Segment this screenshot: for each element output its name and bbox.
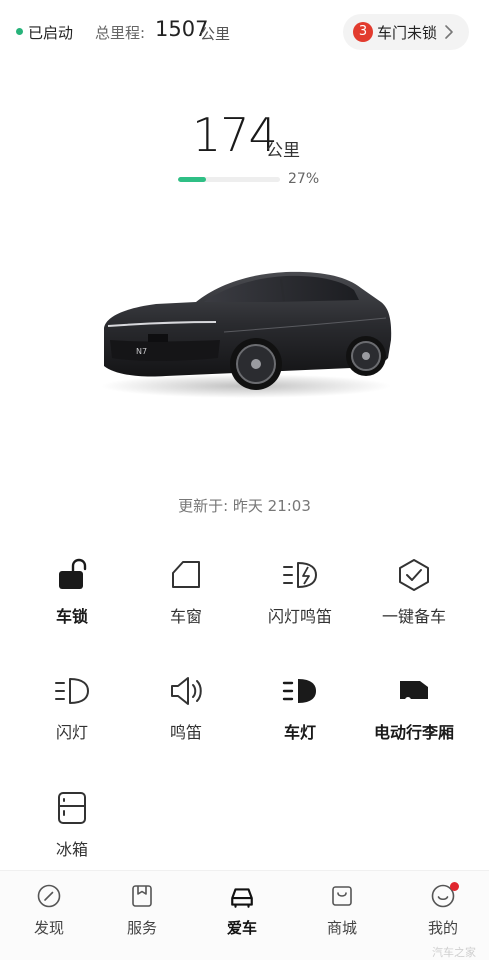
flash-horn-icon bbox=[283, 562, 317, 588]
nav-discover[interactable]: 发现 bbox=[0, 871, 98, 960]
shop-bag-icon bbox=[332, 886, 352, 906]
unlocked-padlock-icon bbox=[59, 558, 87, 589]
headlight-icon bbox=[282, 679, 316, 703]
control-lock[interactable]: 车锁 bbox=[12, 557, 132, 647]
fridge-icon bbox=[58, 792, 86, 824]
door-alert-count-badge: 3 bbox=[353, 22, 373, 42]
vehicle-status-bar: 已启动 总里程: 1507 公里 3 车门未锁 bbox=[0, 0, 489, 62]
service-bookmark-icon bbox=[132, 885, 152, 907]
control-one-click-prep[interactable]: 一键备车 bbox=[354, 557, 474, 647]
last-updated-text: 更新于: 昨天 21:03 bbox=[178, 497, 311, 515]
battery-percent: 27% bbox=[288, 171, 320, 187]
battery-level-bar bbox=[178, 177, 280, 182]
control-flash-horn[interactable]: 闪灯鸣笛 bbox=[240, 557, 360, 647]
compass-icon bbox=[37, 884, 61, 908]
horn-speaker-icon bbox=[171, 677, 202, 705]
control-lights[interactable]: 车灯 bbox=[240, 673, 360, 763]
control-window[interactable]: 车窗 bbox=[126, 557, 246, 647]
nav-shop[interactable]: 商城 bbox=[293, 871, 391, 960]
control-label: 一键备车 bbox=[381, 607, 446, 626]
notification-dot bbox=[450, 882, 459, 891]
vehicle-state: 已启动 bbox=[28, 24, 74, 42]
control-label: 车灯 bbox=[283, 723, 316, 742]
nav-label: 发现 bbox=[33, 919, 64, 937]
car-image: N7 bbox=[101, 271, 392, 398]
control-flash[interactable]: 闪灯 bbox=[12, 673, 132, 763]
car-model-badge: N7 bbox=[136, 347, 147, 356]
control-label: 闪灯鸣笛 bbox=[267, 607, 332, 626]
power-trunk-icon bbox=[400, 681, 428, 703]
range-unit: 公里 bbox=[266, 141, 300, 161]
range-value: 174 bbox=[192, 108, 278, 162]
odometer-label: 总里程: bbox=[95, 24, 146, 42]
nav-label: 服务 bbox=[126, 919, 157, 937]
nav-my-car[interactable]: 爱车 bbox=[193, 871, 291, 960]
chevron-right-icon bbox=[445, 25, 453, 39]
odometer-unit: 公里 bbox=[200, 25, 231, 43]
control-label: 车锁 bbox=[55, 607, 88, 626]
control-power-trunk[interactable]: 电动行李厢 bbox=[354, 673, 474, 763]
control-label: 闪灯 bbox=[55, 723, 88, 742]
door-alert-label: 车门未锁 bbox=[377, 24, 438, 42]
watermark: 汽车之家 bbox=[432, 946, 476, 959]
control-horn[interactable]: 鸣笛 bbox=[126, 673, 246, 763]
nav-label: 商城 bbox=[326, 919, 357, 937]
status-indicator-dot bbox=[16, 28, 23, 35]
control-label: 冰箱 bbox=[55, 840, 88, 859]
window-icon bbox=[172, 561, 200, 588]
shield-check-icon bbox=[399, 559, 429, 591]
battery-level-fill bbox=[178, 177, 206, 182]
nav-label: 爱车 bbox=[226, 919, 257, 937]
nav-label: 我的 bbox=[427, 919, 458, 937]
control-label: 电动行李厢 bbox=[373, 723, 454, 742]
nav-service[interactable]: 服务 bbox=[93, 871, 191, 960]
control-label: 车窗 bbox=[169, 607, 202, 626]
car-icon bbox=[231, 888, 253, 908]
control-fridge[interactable]: 冰箱 bbox=[12, 790, 132, 880]
control-label: 鸣笛 bbox=[169, 723, 202, 742]
bottom-navigation: 发现 服务 爱车 商城 我的 bbox=[0, 870, 489, 960]
headlight-flash-icon bbox=[55, 678, 89, 704]
door-unlocked-alert-button[interactable]: 3 车门未锁 bbox=[343, 14, 469, 50]
